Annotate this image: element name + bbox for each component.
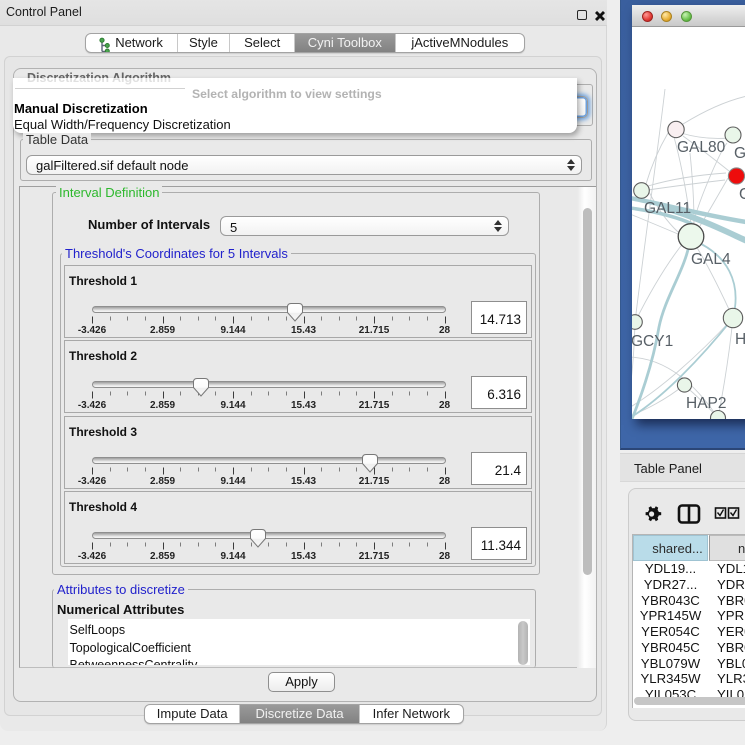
svg-text:G: G: [734, 145, 745, 162]
svg-text:HAP2: HAP2: [686, 395, 727, 412]
svg-text:GAL80: GAL80: [677, 139, 726, 156]
svg-text:G: G: [739, 186, 745, 203]
svg-text:GAL4: GAL4: [691, 251, 731, 268]
svg-text:GCY1: GCY1: [632, 333, 673, 350]
svg-text:H: H: [735, 331, 745, 348]
svg-text:GAL11: GAL11: [644, 200, 691, 217]
